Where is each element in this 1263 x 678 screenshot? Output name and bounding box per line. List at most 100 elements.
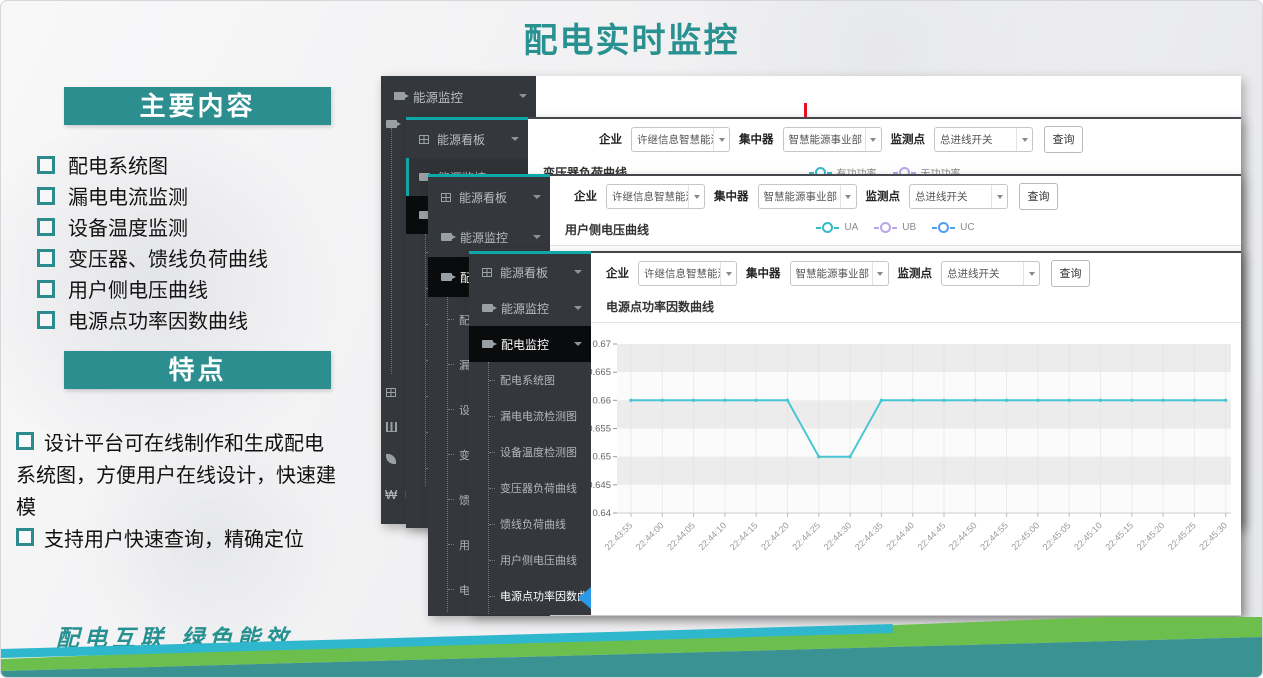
dropdown-arrow-icon [1023,262,1039,285]
query-button[interactable]: 查询 [1044,126,1083,153]
caret-icon [845,195,851,202]
list-item: 配电系统图 [37,149,268,180]
sidebar-subitem[interactable]: 馈线负荷曲线 [489,506,591,542]
select-value: 智慧能源事业部 [784,132,865,147]
company-select[interactable]: 许继信息智慧能源 [631,127,730,152]
svg-text:22:45:00: 22:45:00 [1009,520,1041,552]
select-value: 许继信息智慧能源 [607,189,688,204]
sidebar-item-distribution-monitor[interactable]: 配电监控 [469,326,591,362]
section-header: 用户侧电压曲线 UAUBUC [550,216,1241,246]
bar-chart-icon[interactable] [386,422,397,432]
sidebar-subitem[interactable]: 配电系统图 [489,362,591,398]
sidebar-item-energy-board[interactable]: 能源看板 [428,177,550,217]
sidebar-subitem[interactable]: 漏电电流检测图 [489,398,591,434]
sidebar-item-label: 能源看板 [437,131,485,148]
sidebar-subitem[interactable]: 变压器负荷曲线 [489,470,591,506]
legend-item[interactable]: UA [816,222,858,233]
sidebar-item-label: 能源监控 [501,300,549,317]
svg-text:0.66: 0.66 [593,395,612,406]
bullet-square-icon [37,280,55,298]
sidebar-subitem[interactable]: 用户侧电压曲线 [489,542,591,578]
list-item: 用户侧电压曲线 [37,273,268,304]
sidebar-item-energy-board[interactable]: 能源看板 [469,254,591,290]
list-item-label: 变压器、馈线负荷曲线 [68,243,268,272]
dropdown-arrow-icon [713,128,729,151]
slide: 配电实时监控 主要内容 配电系统图漏电电流监测设备温度监测变压器、馈线负荷曲线用… [0,0,1263,678]
grid-icon[interactable] [386,388,396,397]
camera-icon [482,304,493,312]
company-select[interactable]: 许继信息智慧能源 [606,184,705,209]
bullet-square-icon [37,311,55,329]
svg-text:22:44:00: 22:44:00 [634,520,666,552]
sidebar-subitem[interactable]: 电源点功率因数曲线 [489,578,591,614]
sidebar-item-energy-monitor[interactable]: 能源监控 [381,76,536,116]
svg-text:0.65: 0.65 [593,452,612,463]
monitor-point-select[interactable]: 总进线开关 [941,261,1040,286]
legend-ring-icon [880,222,891,233]
legend-dash [874,227,879,229]
main-content-header: 主要内容 [64,87,331,125]
sidebar-subitem-label: 变压器负荷曲线 [500,480,577,496]
query-button[interactable]: 查询 [1019,183,1058,210]
monitor-point-label: 监测点 [898,265,933,281]
sidebar-item-energy-monitor[interactable]: 能源监控 [469,290,591,326]
sidebar-item-energy-board[interactable]: 能源看板 [406,120,528,158]
monitor-point-select[interactable]: 总进线开关 [909,184,1008,209]
sidebar-subitem-label: 设备温度检测图 [500,444,577,460]
power-factor-chart: 0.670.6650.660.6550.650.6450.6422:43:552… [591,308,1241,608]
svg-text:22:44:40: 22:44:40 [884,520,916,552]
chevron-down-icon [574,270,582,274]
concentrator-select[interactable]: 智慧能源事业部 [783,127,882,152]
concentrator-label: 集中器 [746,265,781,281]
dropdown-arrow-icon [720,262,736,285]
svg-text:22:44:45: 22:44:45 [916,520,948,552]
sidebar-subitem[interactable]: 设备温度检测图 [489,434,591,470]
svg-text:22:44:50: 22:44:50 [947,520,979,552]
legend-item[interactable]: UC [932,222,974,233]
footer-waves [1,617,1262,677]
svg-text:0.655: 0.655 [591,424,611,435]
company-label: 企业 [574,188,597,204]
list-item-label: 配电系统图 [68,150,168,179]
leaf-icon[interactable] [386,454,396,464]
list-item: 电源点功率因数曲线 [37,304,268,335]
concentrator-label: 集中器 [714,188,749,204]
camera-icon [386,120,397,128]
legend-dash [834,227,839,229]
chevron-down-icon [533,195,541,199]
bullet-square-icon [37,187,55,205]
legend-item[interactable]: UB [874,222,916,233]
features-list: 设计平台可在线制作和生成配电系统图，方便用户在线设计，快速建模支持用户快速查询，… [16,428,338,556]
grid-icon [419,135,429,144]
chevron-down-icon [519,94,527,98]
sidebar-subitem-label: 配电系统图 [500,372,555,388]
svg-text:22:45:25: 22:45:25 [1166,520,1198,552]
select-value: 智慧能源事业部 [791,266,872,281]
dropdown-arrow-icon [991,185,1007,208]
concentrator-select[interactable]: 智慧能源事业部 [758,184,857,209]
monitor-point-label: 监测点 [891,131,926,147]
company-label: 企业 [599,131,622,147]
monitor-point-select[interactable]: 总进线开关 [934,127,1033,152]
bullet-square-icon [16,432,34,450]
page-title: 配电实时监控 [1,13,1262,62]
caret-icon [694,195,700,202]
company-select[interactable]: 许继信息智慧能源 [638,261,737,286]
list-item: 变压器、馈线负荷曲线 [37,242,268,273]
caret-icon [1029,272,1035,279]
svg-text:22:44:25: 22:44:25 [790,520,822,552]
select-value: 许继信息智慧能源 [632,132,713,147]
legend-ring-icon [822,222,833,233]
sidebar-subitem-label: 漏电电流检测图 [500,408,577,424]
list-item: 设备温度监测 [37,211,268,242]
dropdown-arrow-icon [865,128,881,151]
select-value: 总进线开关 [935,132,1016,147]
concentrator-label: 集中器 [739,131,774,147]
svg-text:22:44:05: 22:44:05 [665,520,697,552]
svg-text:22:44:30: 22:44:30 [822,520,854,552]
concentrator-select[interactable]: 智慧能源事业部 [790,261,889,286]
features-header: 特点 [64,351,331,389]
svg-text:22:45:15: 22:45:15 [1103,520,1135,552]
legend-dash [932,227,937,229]
query-button[interactable]: 查询 [1051,260,1090,287]
